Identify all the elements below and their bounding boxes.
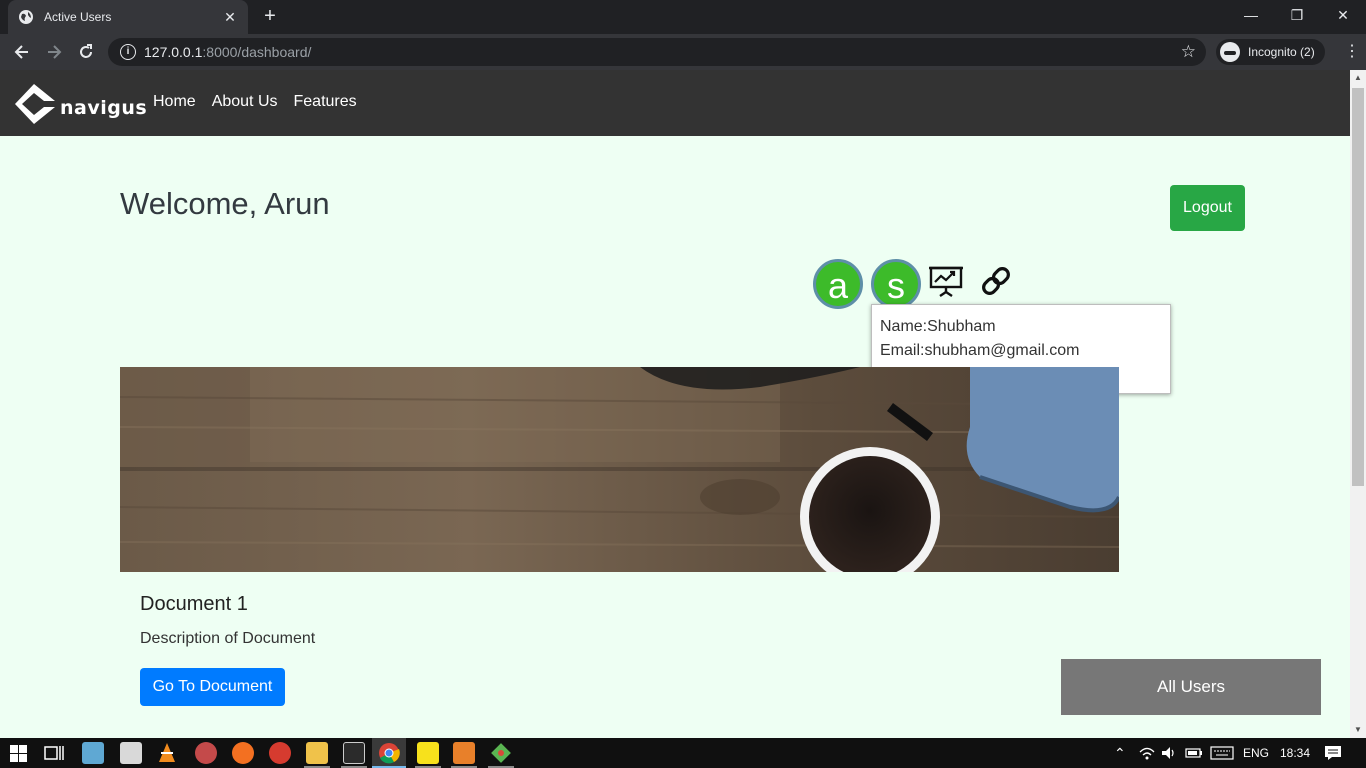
notifications-icon[interactable]	[1324, 745, 1342, 761]
page-scrollbar[interactable]: ▲ ▼	[1350, 70, 1366, 738]
browser-tab-active-users[interactable]: Active Users ✕	[8, 0, 248, 34]
document-card-image	[120, 367, 1119, 572]
document-description: Description of Document	[140, 630, 316, 647]
incognito-label: Incognito (2)	[1248, 45, 1315, 59]
scrollbar-thumb[interactable]	[1352, 88, 1364, 486]
firefox-icon[interactable]	[232, 742, 254, 764]
new-tab-button[interactable]: +	[258, 5, 282, 29]
go-to-document-button[interactable]: Go To Document	[140, 668, 285, 706]
navigus-logo[interactable]: navigus	[14, 83, 147, 125]
address-bar[interactable]: i 127.0.0.1:8000/dashboard/ ☆	[108, 38, 1206, 66]
logout-button[interactable]: Logout	[1170, 185, 1245, 231]
vlc-icon[interactable]	[157, 742, 177, 764]
globe-icon	[19, 10, 33, 24]
navigus-logo-icon	[15, 84, 55, 124]
url-path: :8000/dashboard/	[202, 44, 312, 60]
minimize-icon[interactable]: —	[1228, 0, 1274, 32]
wifi-icon[interactable]	[1139, 746, 1155, 760]
forward-icon[interactable]	[40, 38, 68, 66]
postman-icon[interactable]	[269, 742, 291, 764]
incognito-indicator[interactable]: Incognito (2)	[1216, 39, 1325, 65]
scroll-down-icon[interactable]: ▼	[1350, 722, 1366, 738]
chrome-icon[interactable]	[378, 742, 400, 764]
welcome-heading: Welcome, Arun	[120, 186, 330, 221]
task-view-icon[interactable]	[44, 744, 64, 762]
user-avatar-s[interactable]: s	[871, 259, 921, 309]
windows-start-icon[interactable]	[10, 745, 27, 762]
windows-taskbar: ⌃ ENG 18:34	[0, 738, 1366, 768]
site-nav-links: Home About Us Features	[153, 93, 357, 111]
battery-icon[interactable]	[1185, 747, 1203, 759]
close-tab-icon[interactable]: ✕	[222, 9, 238, 25]
scroll-up-icon[interactable]: ▲	[1350, 70, 1366, 86]
brand-name: navigus	[60, 97, 148, 119]
tab-title: Active Users	[44, 10, 112, 24]
site-navbar: navigus Home About Us Features	[0, 70, 1350, 136]
link-icon[interactable]	[978, 263, 1014, 299]
browser-tab-bar: Active Users ✕ + — ❐ ✕	[0, 0, 1366, 34]
tooltip-name: Name:Shubham	[880, 318, 996, 335]
calculator-icon[interactable]	[120, 742, 142, 764]
presentation-icon[interactable]	[928, 263, 964, 299]
reload-icon[interactable]	[72, 38, 100, 66]
nav-features-link[interactable]: Features	[294, 93, 357, 111]
page-viewport: navigus Home About Us Features Welcome, …	[0, 70, 1350, 738]
url-host: 127.0.0.1	[144, 44, 203, 60]
keyboard-icon[interactable]	[1210, 746, 1234, 760]
browser-menu-icon[interactable]: ⋮	[1342, 40, 1362, 64]
nav-about-link[interactable]: About Us	[212, 93, 278, 111]
sticky-notes-icon[interactable]	[417, 742, 439, 764]
all-users-button[interactable]: All Users	[1061, 659, 1321, 715]
back-icon[interactable]	[8, 38, 36, 66]
git-icon[interactable]	[490, 742, 512, 764]
clock[interactable]: 18:34	[1280, 738, 1310, 768]
volume-icon[interactable]	[1161, 746, 1177, 760]
file-explorer-icon[interactable]	[306, 742, 328, 764]
command-prompt-icon[interactable]	[343, 742, 365, 764]
document-title: Document 1	[140, 593, 248, 615]
tooltip-email: Email:shubham@gmail.com	[880, 342, 1080, 359]
photos-app-icon[interactable]	[82, 742, 104, 764]
sublime-text-icon[interactable]	[453, 742, 475, 764]
user-avatar-a[interactable]: a	[813, 259, 863, 309]
incognito-icon	[1220, 42, 1240, 62]
nav-home-link[interactable]: Home	[153, 93, 196, 111]
paint-app-icon[interactable]	[195, 742, 217, 764]
restore-icon[interactable]: ❐	[1274, 0, 1320, 32]
language-indicator[interactable]: ENG	[1243, 738, 1269, 768]
close-window-icon[interactable]: ✕	[1320, 0, 1366, 32]
site-info-icon[interactable]: i	[120, 44, 136, 60]
browser-toolbar: i 127.0.0.1:8000/dashboard/ ☆ Incognito …	[0, 34, 1366, 70]
tray-expand-icon[interactable]: ⌃	[1114, 738, 1126, 768]
bookmark-star-icon[interactable]: ☆	[1181, 42, 1196, 62]
